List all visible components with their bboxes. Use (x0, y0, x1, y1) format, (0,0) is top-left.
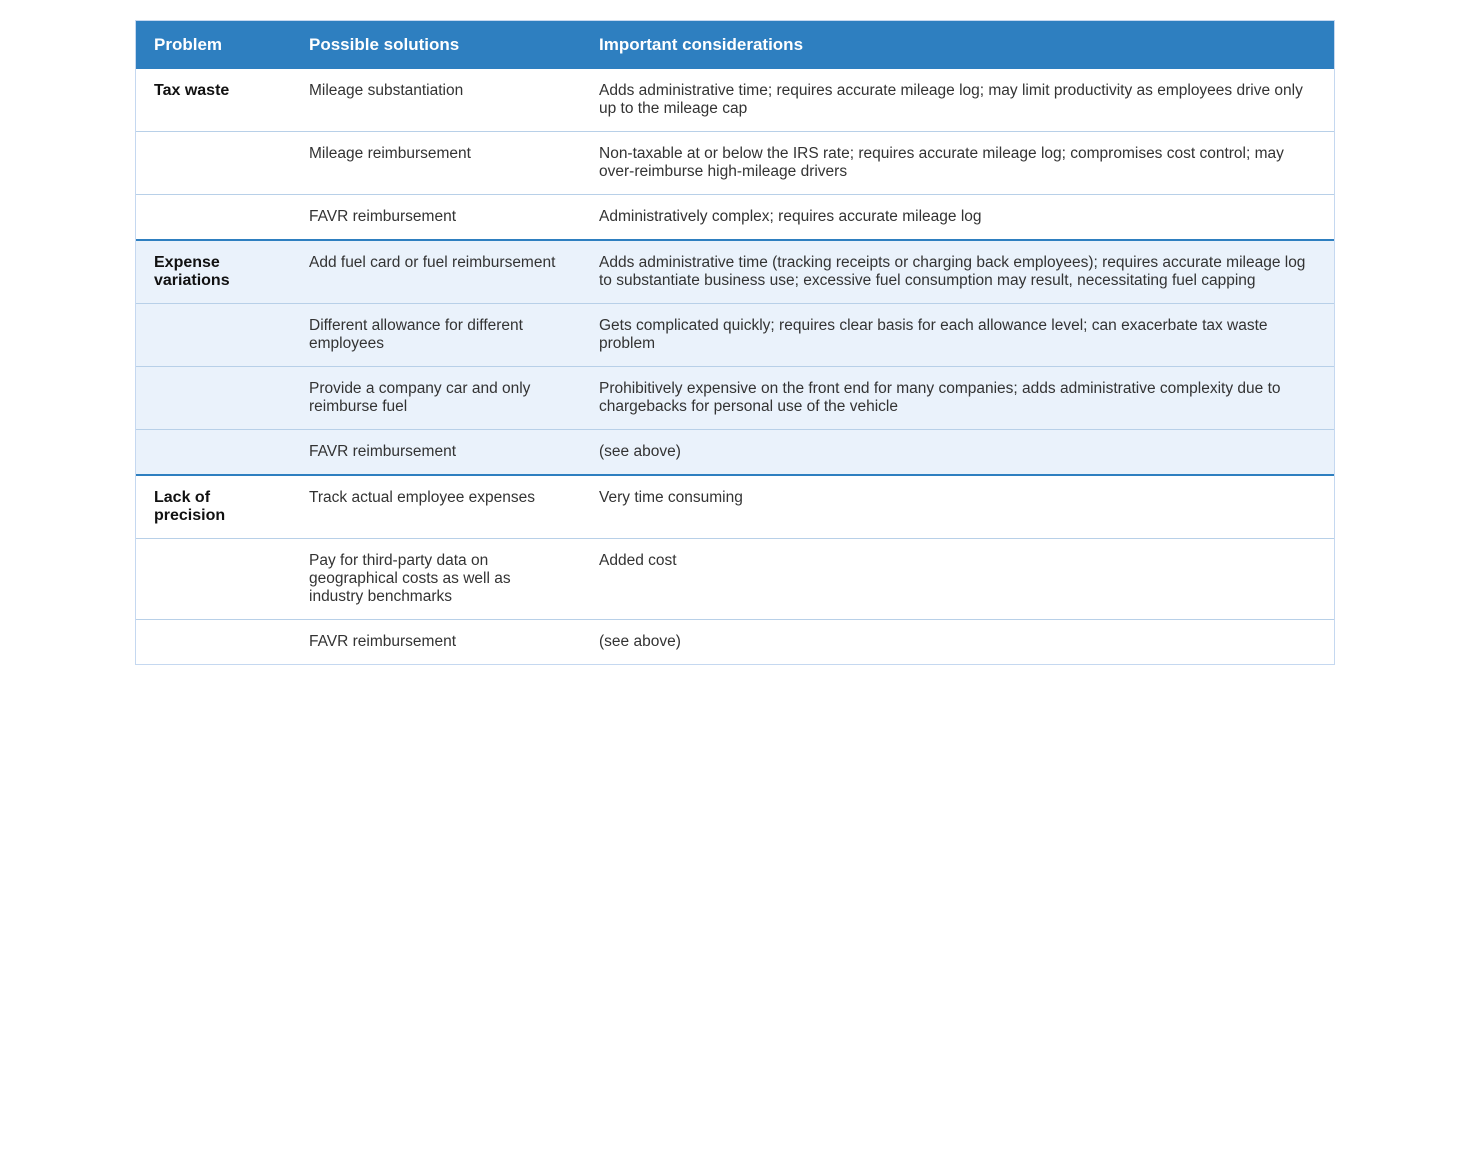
table-row: Lack ofprecisionTrack actual employee ex… (136, 475, 1334, 539)
solution-cell: Different allowance for different employ… (291, 304, 581, 367)
table-row: FAVR reimbursementAdministratively compl… (136, 195, 1334, 241)
problem-cell (136, 430, 291, 476)
table-row: Pay for third-party data on geographical… (136, 539, 1334, 620)
solution-cell: Add fuel card or fuel reimbursement (291, 240, 581, 304)
table-row: FAVR reimbursement(see above) (136, 430, 1334, 476)
consideration-cell: (see above) (581, 620, 1334, 665)
problem-cell: Expensevariations (136, 240, 291, 304)
problem-cell (136, 620, 291, 665)
problem-cell (136, 195, 291, 241)
consideration-cell: Adds administrative time (tracking recei… (581, 240, 1334, 304)
problem-cell: Tax waste (136, 69, 291, 132)
consideration-cell: Very time consuming (581, 475, 1334, 539)
solutions-table: Problem Possible solutions Important con… (136, 21, 1334, 664)
solution-cell: Pay for third-party data on geographical… (291, 539, 581, 620)
solution-cell: Track actual employee expenses (291, 475, 581, 539)
consideration-cell: Administratively complex; requires accur… (581, 195, 1334, 241)
solution-cell: Mileage substantiation (291, 69, 581, 132)
table-row: Provide a company car and only reimburse… (136, 367, 1334, 430)
problem-cell (136, 304, 291, 367)
table-row: Mileage reimbursementNon-taxable at or b… (136, 132, 1334, 195)
main-table-container: Problem Possible solutions Important con… (135, 20, 1335, 665)
consideration-cell: Non-taxable at or below the IRS rate; re… (581, 132, 1334, 195)
table-row: FAVR reimbursement(see above) (136, 620, 1334, 665)
table-header-row: Problem Possible solutions Important con… (136, 21, 1334, 69)
solution-cell: FAVR reimbursement (291, 620, 581, 665)
consideration-cell: Added cost (581, 539, 1334, 620)
consideration-cell: Gets complicated quickly; requires clear… (581, 304, 1334, 367)
solution-cell: FAVR reimbursement (291, 195, 581, 241)
consideration-cell: (see above) (581, 430, 1334, 476)
problem-cell: Lack ofprecision (136, 475, 291, 539)
consideration-cell: Adds administrative time; requires accur… (581, 69, 1334, 132)
solution-cell: FAVR reimbursement (291, 430, 581, 476)
table-row: Tax wasteMileage substantiationAdds admi… (136, 69, 1334, 132)
table-row: ExpensevariationsAdd fuel card or fuel r… (136, 240, 1334, 304)
header-problem: Problem (136, 21, 291, 69)
consideration-cell: Prohibitively expensive on the front end… (581, 367, 1334, 430)
header-solutions: Possible solutions (291, 21, 581, 69)
problem-cell (136, 539, 291, 620)
solution-cell: Provide a company car and only reimburse… (291, 367, 581, 430)
header-considerations: Important considerations (581, 21, 1334, 69)
problem-cell (136, 132, 291, 195)
table-row: Different allowance for different employ… (136, 304, 1334, 367)
solution-cell: Mileage reimbursement (291, 132, 581, 195)
problem-cell (136, 367, 291, 430)
